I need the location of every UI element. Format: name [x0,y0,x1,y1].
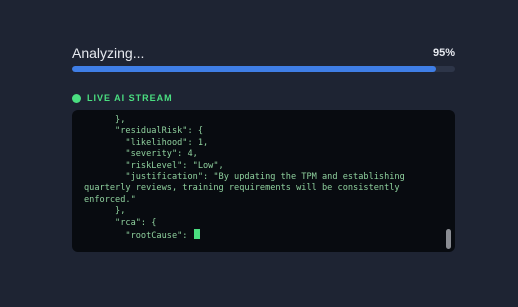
stream-line: "rootCause": [84,231,193,242]
stream-line: }, [84,206,126,217]
progress-label: Analyzing... [72,45,145,61]
stream-header: LIVE AI STREAM [72,92,173,104]
progress-percent: 95% [432,47,455,59]
stream-line: quarterly reviews, training requirements… [84,183,400,194]
stream-line: "severity": 4, [84,149,198,160]
stream-title: LIVE AI STREAM [87,93,173,103]
stream-line: enforced." [84,194,136,205]
stream-line: "likelihood": 1, [84,137,209,148]
stream-line: "riskLevel": "Low", [84,160,224,171]
live-indicator-icon [72,93,81,103]
stream-output: }, "residualRisk": { "likelihood": 1, "s… [72,110,455,242]
progress-bar [72,66,455,72]
typing-cursor [193,229,200,240]
stream-console[interactable]: }, "residualRisk": { "likelihood": 1, "s… [72,110,455,252]
analysis-panel: Analyzing... 95% LIVE AI STREAM }, "resi… [0,0,518,307]
console-scrollbar[interactable] [446,229,451,249]
stream-line: "justification": "By updating the TPM an… [84,172,405,183]
stream-line: "rca": { [84,217,157,228]
progress-header: Analyzing... 95% [72,44,455,62]
stream-line: }, [84,115,126,125]
progress-bar-fill [72,66,436,72]
stream-line: "residualRisk": { [84,126,203,137]
